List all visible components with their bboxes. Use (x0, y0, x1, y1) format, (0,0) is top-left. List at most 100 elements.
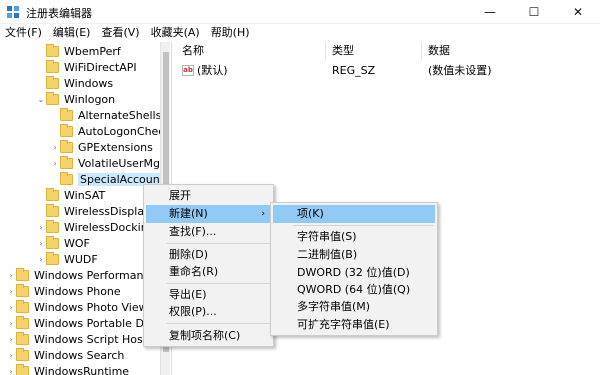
submenu-item-binary[interactable]: 二进制值(B) (271, 246, 437, 264)
tree-item[interactable]: AlternateShells (50, 107, 161, 123)
submenu-item-dword[interactable]: DWORD (32 位)值(D) (271, 264, 437, 282)
tree-item[interactable]: WbemPerf (36, 43, 121, 59)
expand-arrow-icon[interactable]: › (6, 335, 16, 344)
submenu-item-string[interactable]: 字符串值(S) (271, 228, 437, 246)
folder-icon (16, 315, 29, 329)
menu-item-rename[interactable]: 重命名(R) (144, 263, 273, 281)
tree-item[interactable]: › Windows Script Host (6, 331, 147, 347)
expand-arrow-icon[interactable]: › (36, 239, 46, 248)
tree-item[interactable]: WiFiDirectAPI (36, 59, 137, 75)
folder-icon (46, 91, 59, 105)
minimize-button[interactable]: — (468, 0, 512, 24)
close-button[interactable]: ✕ (556, 0, 600, 24)
submenu-item-key[interactable]: 项(K) (273, 205, 435, 223)
expand-arrow-icon[interactable]: › (36, 223, 46, 232)
menu-separator (166, 243, 270, 244)
menu-separator (293, 225, 433, 226)
folder-icon (60, 123, 73, 137)
column-data[interactable]: 数据 (422, 42, 600, 60)
registry-editor-icon (7, 6, 19, 18)
tree-item-label: WindowsRuntime (34, 364, 130, 375)
list-header: 名称 类型 数据 (176, 42, 600, 60)
tree-item[interactable]: › Windows Photo Viewer (6, 299, 159, 315)
value-data: (数值未设置) (428, 64, 492, 77)
folder-icon (46, 219, 59, 233)
tree-item[interactable]: WinSAT (36, 187, 105, 203)
value-type: REG_SZ (332, 63, 376, 77)
menu-item-delete[interactable]: 删除(D) (144, 246, 273, 264)
tree-item-winlogon[interactable]: ⌄ Winlogon (36, 91, 115, 107)
tree-item[interactable]: › WOF (36, 235, 90, 251)
tree-item-label: Windows Phone (34, 284, 121, 298)
menu-view[interactable]: 查看(V) (96, 24, 145, 42)
folder-icon (16, 363, 29, 375)
menu-item-new[interactable]: 新建(N) › (146, 205, 271, 223)
tree-item-label: WOF (64, 236, 90, 250)
menu-item-expand[interactable]: 展开 (144, 187, 273, 205)
expand-arrow-icon[interactable]: › (6, 367, 16, 375)
tree-item[interactable]: › Windows Portable Devi (6, 315, 160, 331)
expand-arrow-icon[interactable]: › (6, 319, 16, 328)
expand-arrow-icon[interactable]: ⌄ (36, 95, 46, 104)
submenu-item-multi-string[interactable]: 多字符串值(M) (271, 298, 437, 316)
folder-icon (46, 187, 59, 201)
tree-item[interactable]: › Windows Phone (6, 283, 121, 299)
registry-tree: WbemPerf WiFiDirectAPI Windows ⌄ Winlogon… (0, 42, 165, 375)
tree-item[interactable]: › WindowsRuntime (6, 363, 129, 375)
value-name: (默认) (197, 64, 228, 77)
tree-item-label: GPExtensions (78, 140, 153, 154)
new-submenu: 项(K) 字符串值(S) 二进制值(B) DWORD (32 位)值(D) QW… (270, 202, 438, 336)
folder-icon (60, 139, 73, 153)
menu-separator (166, 323, 270, 324)
expand-arrow-icon[interactable]: › (36, 255, 46, 264)
folder-icon (16, 347, 29, 361)
tree-item-label: WinSAT (64, 188, 106, 202)
menu-item-new-label: 新建(N) (169, 207, 208, 220)
folder-icon (46, 251, 59, 265)
submenu-item-expandable-string[interactable]: 可扩充字符串值(E) (271, 316, 437, 334)
window-title: 注册表编辑器 (26, 7, 92, 20)
menu-edit[interactable]: 编辑(E) (48, 24, 97, 42)
expand-arrow-icon[interactable]: › (6, 351, 16, 360)
tree-item-label: Windows (64, 76, 114, 90)
folder-icon (46, 235, 59, 249)
column-name[interactable]: 名称 (176, 42, 326, 60)
tree-item[interactable]: AutoLogonCheck (50, 123, 165, 139)
expand-arrow-icon[interactable]: › (6, 287, 16, 296)
column-type[interactable]: 类型 (326, 42, 422, 60)
tree-item-label: AlternateShells (78, 108, 162, 122)
submenu-arrow-icon: › (261, 209, 265, 219)
menu-item-copy-key-name[interactable]: 复制项名称(C) (144, 327, 273, 345)
tree-item-label: Windows Script Host (34, 332, 148, 346)
expand-arrow-icon[interactable]: › (6, 271, 16, 280)
expand-arrow-icon[interactable]: › (50, 143, 60, 152)
submenu-item-qword[interactable]: QWORD (64 位)值(Q) (271, 281, 437, 299)
menu-help[interactable]: 帮助(H) (206, 24, 256, 42)
tree-item[interactable]: › WirelessDocking (36, 219, 155, 235)
tree-item-label: WirelessDisplay (64, 204, 151, 218)
menu-separator (166, 283, 270, 284)
folder-icon (46, 59, 59, 73)
folder-icon (46, 75, 59, 89)
tree-item[interactable]: › Windows Search (6, 347, 124, 363)
tree-item-label: Windows Performance (34, 268, 157, 282)
tree-item[interactable]: › GPExtensions (50, 139, 153, 155)
menu-file[interactable]: 文件(F) (0, 24, 48, 42)
tree-item-label: Windows Portable Devi (34, 316, 161, 330)
tree-item[interactable]: WirelessDisplay (36, 203, 151, 219)
menu-favorites[interactable]: 收藏夹(A) (146, 24, 206, 42)
tree-item[interactable]: › VolatileUserMgr (50, 155, 164, 171)
maximize-button[interactable]: ☐ (512, 0, 556, 24)
menu-item-export[interactable]: 导出(E) (144, 286, 273, 304)
tree-item[interactable]: › Windows Performance (6, 267, 156, 283)
tree-item[interactable]: Windows (36, 75, 113, 91)
tree-item[interactable]: › WUDF (36, 251, 98, 267)
expand-arrow-icon[interactable]: › (50, 159, 60, 168)
menu-item-permissions[interactable]: 权限(P)... (144, 303, 273, 321)
menu-item-find[interactable]: 查找(F)... (144, 223, 273, 241)
folder-icon (16, 331, 29, 345)
folder-icon (16, 299, 29, 313)
expand-arrow-icon[interactable]: › (6, 303, 16, 312)
value-row[interactable]: ab (默认) REG_SZ (数值未设置) (176, 62, 600, 78)
tree-item-label: WUDF (64, 252, 98, 266)
